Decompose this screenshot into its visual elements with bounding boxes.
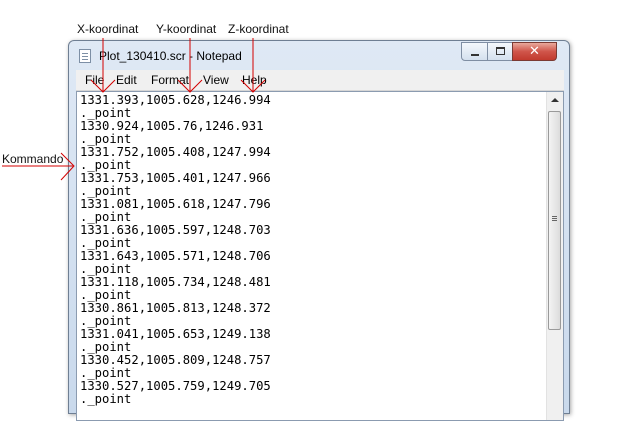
annotation-pointers — [2, 38, 266, 181]
